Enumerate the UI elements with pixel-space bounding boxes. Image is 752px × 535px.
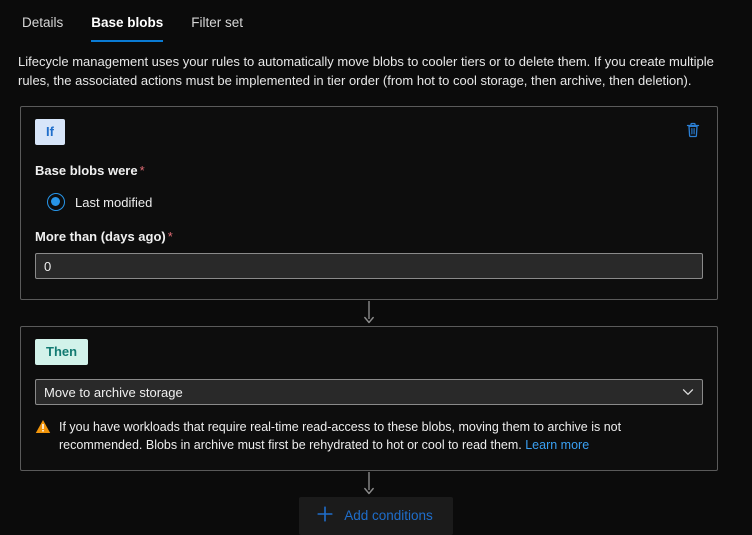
archive-warning-text: If you have workloads that require real-… <box>59 418 699 454</box>
trash-icon[interactable] <box>683 120 703 140</box>
then-badge: Then <box>35 339 89 365</box>
tab-details-label: Details <box>22 15 64 30</box>
action-select-value: Move to archive storage <box>44 384 183 400</box>
base-blobs-were-text: Base blobs were <box>35 163 138 178</box>
learn-more-link[interactable]: Learn more <box>525 438 589 452</box>
tab-base-blobs[interactable]: Base blobs <box>77 14 177 42</box>
warning-triangle-icon <box>35 419 51 437</box>
then-action-card: Then Move to archive storage If you have… <box>20 326 718 471</box>
more-than-days-ago-label: More than (days ago) * <box>35 229 703 244</box>
required-asterisk-days: * <box>167 229 173 244</box>
tab-base-blobs-label: Base blobs <box>91 15 164 30</box>
more-than-days-ago-text: More than (days ago) <box>35 229 166 244</box>
base-blobs-were-label: Base blobs were * <box>35 163 703 178</box>
radio-last-modified[interactable]: Last modified <box>47 193 703 211</box>
archive-warning-line2: Blobs in archive must first be rehydrate… <box>145 438 522 452</box>
add-conditions-row: Add conditions <box>0 497 752 535</box>
if-condition-card: If Base blobs were * Last modified More t… <box>20 106 718 300</box>
tab-filter-set-label: Filter set <box>191 15 244 30</box>
action-select[interactable]: Move to archive storage <box>35 379 703 405</box>
tab-bar: Details Base blobs Filter set <box>0 0 752 44</box>
tab-details[interactable]: Details <box>18 14 77 42</box>
connector-arrow-if-then <box>20 300 718 326</box>
add-conditions-button[interactable]: Add conditions <box>299 497 453 535</box>
if-badge: If <box>35 119 65 145</box>
tab-filter-set[interactable]: Filter set <box>177 14 257 42</box>
radio-last-modified-label: Last modified <box>75 194 153 210</box>
archive-warning: If you have workloads that require real-… <box>35 418 703 454</box>
action-select-wrapper: Move to archive storage <box>35 379 703 405</box>
connector-arrow-then-add <box>20 471 718 497</box>
radio-last-modified-indicator[interactable] <box>47 193 65 211</box>
required-asterisk: * <box>139 163 145 178</box>
days-ago-input[interactable] <box>35 253 703 279</box>
plus-icon <box>317 506 333 525</box>
page-description: Lifecycle management uses your rules to … <box>18 54 714 88</box>
add-conditions-label: Add conditions <box>344 508 433 523</box>
